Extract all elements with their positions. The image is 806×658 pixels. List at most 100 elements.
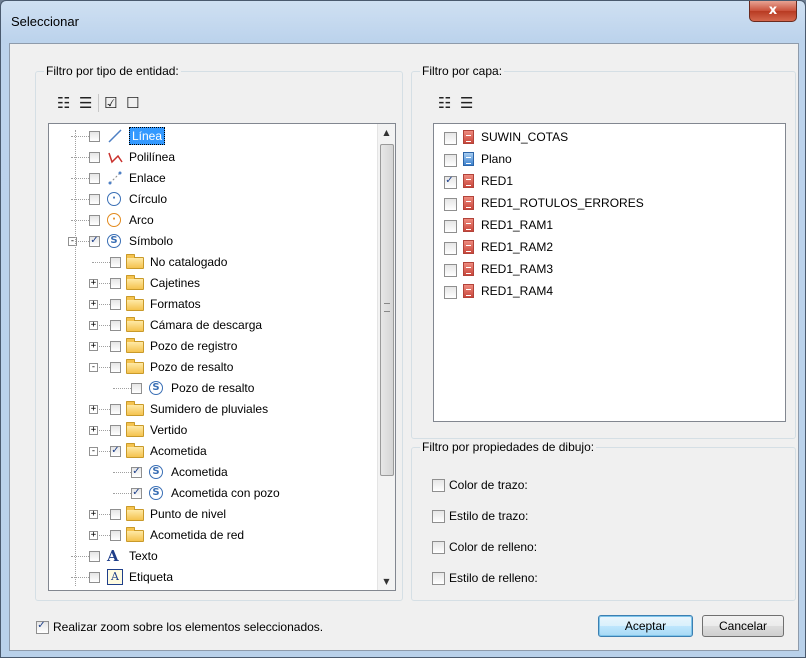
tree-item-checkbox[interactable] <box>131 488 142 499</box>
drawing-filter-option[interactable]: Estilo de trazo: <box>432 507 772 527</box>
expand-toggle-icon[interactable]: + <box>89 342 98 351</box>
tree-item-checkbox[interactable] <box>89 551 100 562</box>
tree-item-checkbox[interactable] <box>89 236 100 247</box>
folder-open-icon <box>126 359 144 374</box>
tree-item[interactable]: + Punto de nivel <box>49 504 375 524</box>
tree-item[interactable]: Línea <box>49 126 375 146</box>
tree-item-checkbox[interactable] <box>89 215 100 226</box>
tree-item[interactable]: A Etiqueta <box>49 567 375 587</box>
uncheck-all-icon[interactable]: ☐ <box>126 95 139 111</box>
tree-item-checkbox[interactable] <box>110 404 121 415</box>
layer-checkbox[interactable] <box>444 132 457 145</box>
layer-checkbox[interactable] <box>444 154 457 167</box>
layer-checkbox[interactable] <box>444 220 457 233</box>
tree-item[interactable]: + Formatos <box>49 294 375 314</box>
entity-tree[interactable]: Línea Polilínea Enlace · Círculo · Arco - S Símbo… <box>48 123 396 591</box>
tree-item[interactable]: S Acometida <box>49 462 375 482</box>
drawing-filter-checkbox[interactable] <box>432 479 445 492</box>
accept-button[interactable]: Aceptar <box>598 615 693 637</box>
tree-item[interactable]: + Pozo de registro <box>49 336 375 356</box>
tree-item[interactable]: A Texto <box>49 546 375 566</box>
entity-filter-label: Filtro por tipo de entidad: <box>44 64 181 78</box>
tree-item[interactable]: Polilínea <box>49 147 375 167</box>
layer-item[interactable]: RED1_ROTULOS_ERRORES <box>434 193 774 213</box>
tree-item[interactable]: · Arco <box>49 210 375 230</box>
drawing-filter-option[interactable]: Color de relleno: <box>432 538 772 558</box>
drawing-filter-label: Estilo de relleno: <box>449 571 538 585</box>
layer-checkbox[interactable] <box>444 176 457 189</box>
drawing-filter-checkbox[interactable] <box>432 541 445 554</box>
tree-item-checkbox[interactable] <box>89 572 100 583</box>
expand-toggle-icon[interactable]: + <box>89 510 98 519</box>
drawing-filter-option[interactable]: Color de trazo: <box>432 476 772 496</box>
layer-checkbox[interactable] <box>444 198 457 211</box>
drawing-filter-checkbox[interactable] <box>432 572 445 585</box>
layer-item[interactable]: RED1_RAM3 <box>434 259 774 279</box>
tree-item[interactable]: + Cámara de descarga <box>49 315 375 335</box>
zoom-label: Realizar zoom sobre los elementos selecc… <box>53 620 324 634</box>
tree-item-checkbox[interactable] <box>110 509 121 520</box>
tree-item-checkbox[interactable] <box>89 194 100 205</box>
collapse-toggle-icon[interactable]: - <box>89 363 98 372</box>
layer-expand-all-icon[interactable]: ☷ <box>438 95 451 111</box>
tree-item-checkbox[interactable] <box>110 278 121 289</box>
scroll-down-arrow[interactable]: ▼ <box>378 573 395 590</box>
tree-item-checkbox[interactable] <box>131 467 142 478</box>
tree-item[interactable]: No catalogado <box>49 252 375 272</box>
tree-item-label: Texto <box>129 549 158 563</box>
layer-checkbox[interactable] <box>444 286 457 299</box>
tree-item-checkbox[interactable] <box>89 173 100 184</box>
tree-item[interactable]: - Acometida <box>49 441 375 461</box>
tree-item-checkbox[interactable] <box>110 320 121 331</box>
layer-item[interactable]: RED1_RAM2 <box>434 237 774 257</box>
cancel-button[interactable]: Cancelar <box>702 615 784 637</box>
tree-item-checkbox[interactable] <box>89 131 100 142</box>
collapse-toggle-icon[interactable]: - <box>89 447 98 456</box>
tree-item[interactable]: - Pozo de resalto <box>49 357 375 377</box>
tree-item[interactable]: -SSímbolo <box>49 231 375 251</box>
expand-toggle-icon[interactable]: + <box>89 531 98 540</box>
expand-toggle-icon[interactable]: + <box>89 279 98 288</box>
tree-item[interactable]: + Vertido <box>49 420 375 440</box>
layer-item[interactable]: RED1_RAM4 <box>434 281 774 301</box>
tree-item-checkbox[interactable] <box>110 257 121 268</box>
expand-all-icon[interactable]: ☷ <box>57 95 70 111</box>
tree-item[interactable]: S Pozo de resalto <box>49 378 375 398</box>
tree-item-checkbox[interactable] <box>131 383 142 394</box>
tree-item-checkbox[interactable] <box>110 341 121 352</box>
layer-checkbox[interactable] <box>444 264 457 277</box>
drawing-filter-checkbox[interactable] <box>432 510 445 523</box>
layer-item[interactable]: Plano <box>434 149 774 169</box>
expand-toggle-icon[interactable]: + <box>89 321 98 330</box>
tree-item-checkbox[interactable] <box>110 425 121 436</box>
tree-item-checkbox[interactable] <box>110 362 121 373</box>
layer-collapse-all-icon[interactable]: ☰ <box>460 95 473 111</box>
tree-item-checkbox[interactable] <box>110 299 121 310</box>
entity-tree-scrollbar[interactable]: ▲ ▼ <box>377 124 395 590</box>
expand-toggle-icon[interactable]: + <box>89 300 98 309</box>
layer-item[interactable]: RED1 <box>434 171 774 191</box>
tree-item[interactable]: + Acometida de red <box>49 525 375 545</box>
collapse-all-icon[interactable]: ☰ <box>79 95 92 111</box>
tree-item-checkbox[interactable] <box>110 446 121 457</box>
check-all-icon[interactable]: ☑ <box>104 95 117 111</box>
tree-item[interactable]: + Cajetines <box>49 273 375 293</box>
tree-item[interactable]: Enlace <box>49 168 375 188</box>
tree-item-checkbox[interactable] <box>89 152 100 163</box>
tree-item-checkbox[interactable] <box>110 530 121 541</box>
layer-item[interactable]: SUWIN_COTAS <box>434 127 774 147</box>
layer-item[interactable]: RED1_RAM1 <box>434 215 774 235</box>
tree-item[interactable]: S Acometida con pozo <box>49 483 375 503</box>
title-bar[interactable]: Seleccionar x <box>1 1 805 43</box>
scroll-up-arrow[interactable]: ▲ <box>378 124 395 141</box>
zoom-checkbox[interactable] <box>36 621 49 634</box>
layer-list[interactable]: SUWIN_COTAS Plano RED1 RED1_ROTULOS_ERRORES… <box>433 123 786 422</box>
expand-toggle-icon[interactable]: + <box>89 426 98 435</box>
layer-checkbox[interactable] <box>444 242 457 255</box>
tree-item[interactable]: · Círculo <box>49 189 375 209</box>
scroll-thumb[interactable] <box>380 144 394 476</box>
drawing-filter-option[interactable]: Estilo de relleno: <box>432 569 772 589</box>
tree-item[interactable]: + Sumidero de pluviales <box>49 399 375 419</box>
expand-toggle-icon[interactable]: + <box>89 405 98 414</box>
close-button[interactable]: x <box>749 1 797 22</box>
